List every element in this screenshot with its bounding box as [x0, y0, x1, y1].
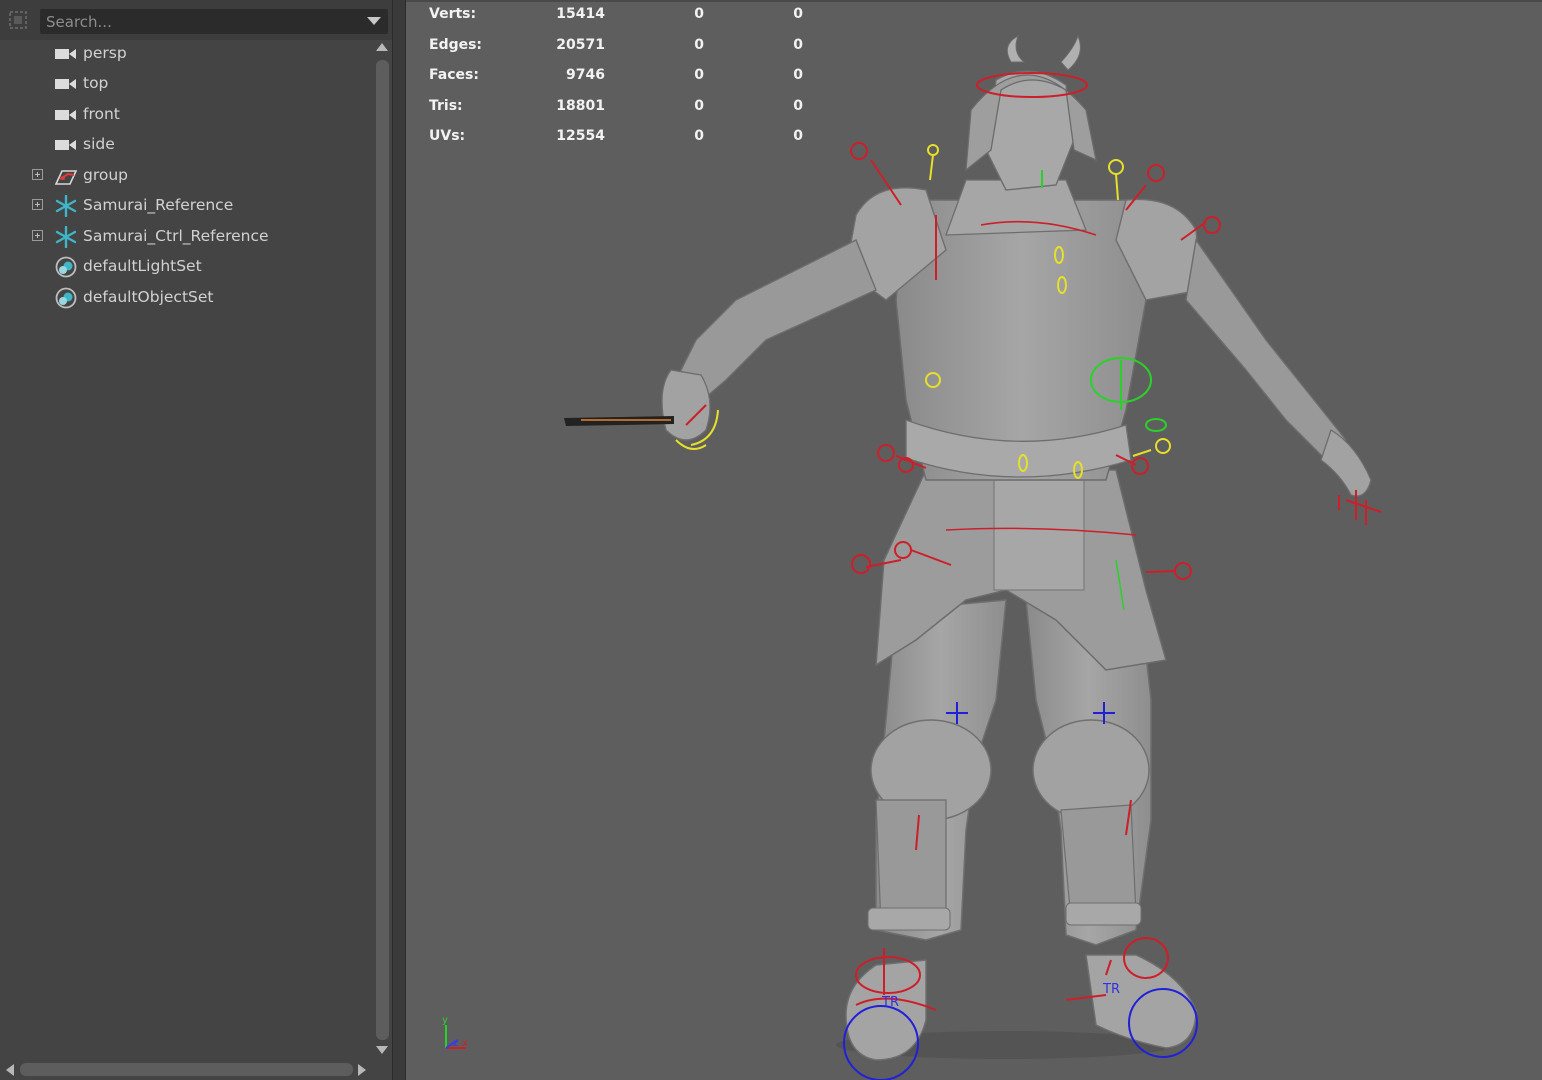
reference-icon [55, 226, 77, 248]
chevron-down-icon[interactable] [367, 17, 381, 25]
set-icon [55, 287, 77, 309]
viewport-scene[interactable]: TR TR y z x [406, 0, 1542, 1080]
outliner-item-group[interactable]: group [0, 161, 372, 191]
filter-icon[interactable] [7, 9, 29, 31]
search-input[interactable] [40, 9, 360, 34]
expand-icon[interactable] [32, 169, 43, 180]
outliner-item-label: Samurai_Reference [83, 196, 234, 214]
outliner-item-label: side [83, 135, 115, 153]
horizontal-scroll-thumb[interactable] [20, 1063, 353, 1076]
axis-label-x: x [462, 1038, 468, 1049]
samurai-model[interactable] [564, 34, 1372, 1061]
outliner-item-label: top [83, 74, 109, 92]
outliner-item-samurai-reference[interactable]: Samurai_Reference [0, 191, 372, 221]
axis-gizmo: y z x [442, 1015, 468, 1049]
outliner-item-label: group [83, 166, 129, 184]
outliner-item-default-object-set[interactable]: defaultObjectSet [0, 283, 372, 313]
foot-control-label: TR [881, 995, 899, 1010]
outliner-item-front[interactable]: front [0, 100, 372, 130]
outliner-panel: persp top front side group Samurai_Refer… [0, 0, 392, 1080]
axis-label-y: y [442, 1015, 448, 1026]
outliner-item-persp[interactable]: persp [0, 39, 372, 69]
search-box[interactable] [40, 9, 388, 34]
expand-icon[interactable] [32, 199, 43, 210]
outliner-toolbar [0, 0, 392, 40]
panel-splitter[interactable] [392, 0, 406, 1080]
camera-icon [55, 140, 76, 150]
camera-icon [55, 49, 76, 59]
outliner-item-label: Samurai_Ctrl_Reference [83, 227, 269, 245]
reference-icon [55, 195, 77, 217]
outliner-item-label: defaultObjectSet [83, 288, 214, 306]
outliner-item-label: front [83, 105, 120, 123]
scroll-down-icon[interactable] [376, 1046, 388, 1054]
vertical-scrollbar[interactable] [374, 40, 390, 1058]
expand-icon[interactable] [32, 230, 43, 241]
camera-icon [55, 110, 76, 120]
horizontal-scrollbar[interactable] [0, 1060, 374, 1080]
foot-control-label: TR [1102, 982, 1120, 997]
outliner-item-label: defaultLightSet [83, 257, 202, 275]
outliner-item-label: persp [83, 44, 127, 62]
outliner-item-side[interactable]: side [0, 130, 372, 160]
scroll-right-icon[interactable] [358, 1064, 366, 1076]
set-icon [55, 256, 77, 278]
camera-icon [55, 79, 76, 89]
axis-label-z: z [453, 1038, 458, 1049]
viewport-panel[interactable]: Verts: 15414 0 0 Edges: 20571 0 0 Faces:… [406, 0, 1542, 1080]
group-transform-icon [54, 170, 78, 185]
scroll-left-icon[interactable] [6, 1064, 14, 1076]
outliner-item-samurai-ctrl-reference[interactable]: Samurai_Ctrl_Reference [0, 222, 372, 252]
scroll-up-icon[interactable] [376, 43, 388, 51]
outliner-item-default-light-set[interactable]: defaultLightSet [0, 252, 372, 282]
outliner-item-top[interactable]: top [0, 69, 372, 99]
vertical-scroll-thumb[interactable] [376, 60, 389, 1040]
